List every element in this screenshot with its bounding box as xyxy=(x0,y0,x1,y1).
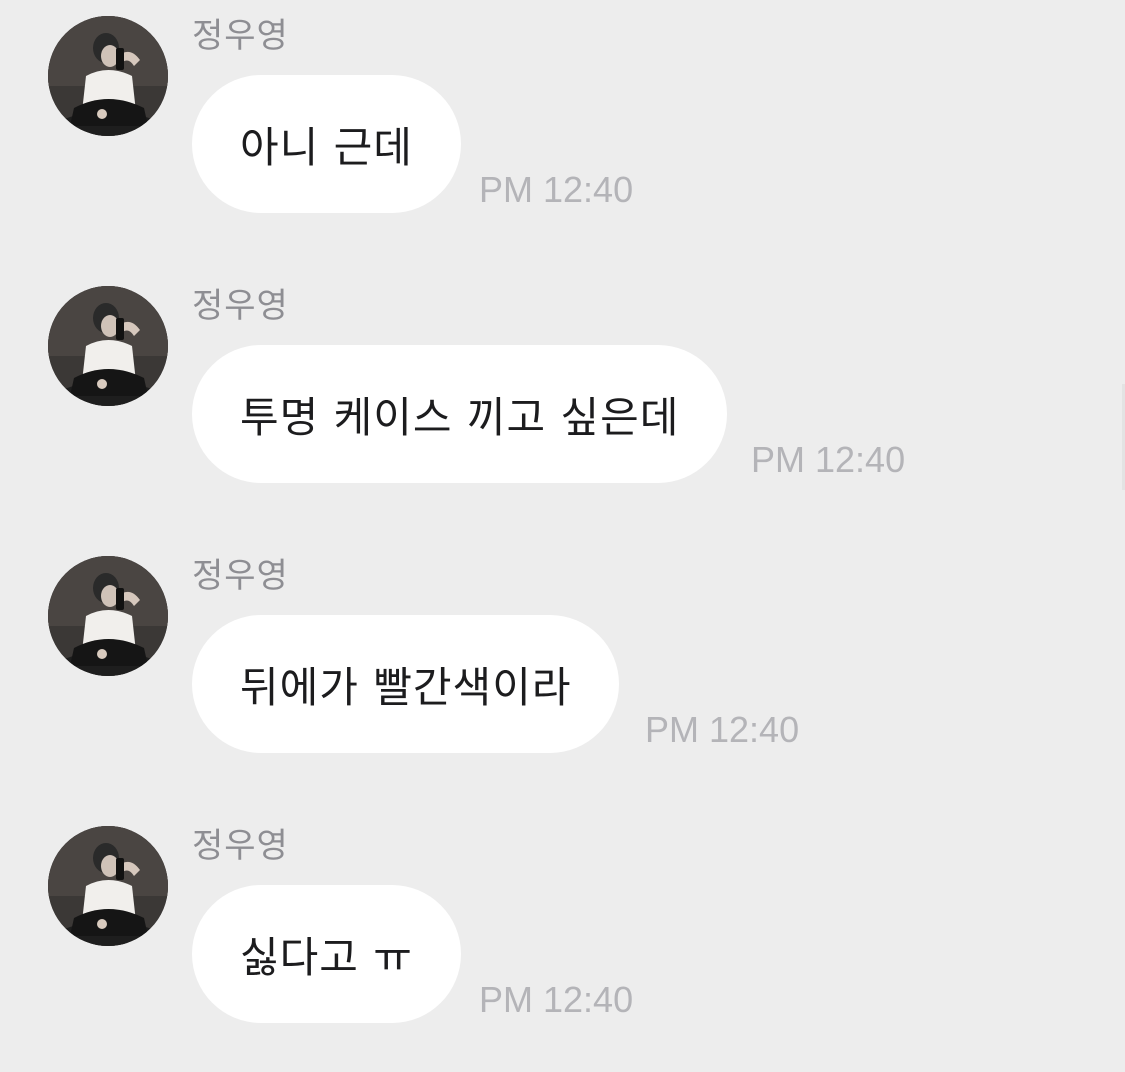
avatar-photo-icon xyxy=(48,826,168,946)
sender-name: 정우영 xyxy=(192,556,289,596)
avatar-photo-icon xyxy=(48,16,168,136)
message-row: 정우영 아니 근데 PM 12:40 xyxy=(0,0,1125,230)
chat-thread: 정우영 아니 근데 PM 12:40 정우영 투명 케이스 끼고 싶은데 PM … xyxy=(0,0,1125,1072)
avatar[interactable] xyxy=(48,286,168,406)
sender-name: 정우영 xyxy=(192,286,289,326)
message-time: PM 12:40 xyxy=(479,979,634,1020)
avatar[interactable] xyxy=(48,826,168,946)
message-bubble[interactable]: 아니 근데 xyxy=(192,75,461,213)
message-text: 싫다고 ㅠ xyxy=(240,932,413,982)
sender-name: 정우영 xyxy=(192,16,289,56)
sender-name: 정우영 xyxy=(192,826,289,866)
message-text: 아니 근데 xyxy=(240,122,413,172)
message-row: 정우영 투명 케이스 끼고 싶은데 PM 12:40 xyxy=(0,270,1125,500)
message-row: 정우영 싫다고 ㅠ PM 12:40 xyxy=(0,810,1125,1040)
avatar[interactable] xyxy=(48,16,168,136)
message-row: 정우영 뒤에가 빨간색이라 PM 12:40 xyxy=(0,540,1125,770)
message-bubble[interactable]: 투명 케이스 끼고 싶은데 xyxy=(192,345,728,483)
avatar-photo-icon xyxy=(48,286,168,406)
avatar-photo-icon xyxy=(48,556,168,676)
message-bubble[interactable]: 싫다고 ㅠ xyxy=(192,885,461,1023)
message-text: 뒤에가 빨간색이라 xyxy=(240,662,572,712)
message-time: PM 12:40 xyxy=(751,439,906,480)
message-time: PM 12:40 xyxy=(479,169,634,210)
avatar[interactable] xyxy=(48,556,168,676)
message-bubble[interactable]: 뒤에가 빨간색이라 xyxy=(192,615,620,753)
message-time: PM 12:40 xyxy=(645,709,800,750)
message-text: 투명 케이스 끼고 싶은데 xyxy=(240,392,680,442)
